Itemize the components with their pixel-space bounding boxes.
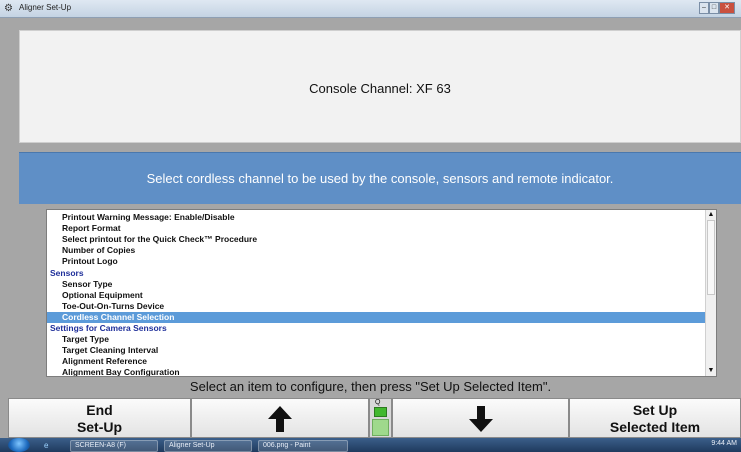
taskbar-item-aligner[interactable]: Aligner Set-Up xyxy=(164,440,252,452)
list-item[interactable]: Report Format xyxy=(47,223,706,234)
console-channel-text: Console Channel: XF 63 xyxy=(309,81,451,96)
status-led-icon xyxy=(374,407,387,417)
indicator-label: Q xyxy=(375,399,381,406)
end-setup-line1: End xyxy=(86,402,113,418)
list-item[interactable]: Number of Copies xyxy=(47,245,706,256)
list-item[interactable]: Printout Logo xyxy=(47,256,706,267)
status-instruction: Select an item to configure, then press … xyxy=(189,379,552,394)
list-item[interactable]: Target Type xyxy=(47,334,706,345)
clock: 9:44 AM xyxy=(711,440,737,447)
info-panel: Console Channel: XF 63 xyxy=(19,30,741,143)
list-item[interactable]: Optional Equipment xyxy=(47,290,706,301)
maximize-button[interactable]: □ xyxy=(709,2,719,14)
list-item-selected[interactable]: Cordless Channel Selection xyxy=(47,311,706,323)
down-arrow-icon xyxy=(468,406,493,432)
taskbar: e SCREEN-A8 (F) Aligner Set-Up 006.png -… xyxy=(0,438,741,452)
set-up-line1: Set Up xyxy=(632,402,678,418)
scroll-thumb[interactable] xyxy=(707,220,715,295)
list-item[interactable]: Sensor Type xyxy=(47,279,706,290)
list-item[interactable]: Alignment Reference xyxy=(47,356,706,367)
taskbar-item-screen[interactable]: SCREEN-A8 (F) xyxy=(70,440,158,452)
minimize-button[interactable]: – xyxy=(699,2,709,14)
app-icon: ⚙ xyxy=(4,3,13,14)
up-arrow-icon xyxy=(268,406,292,432)
scroll-up-icon[interactable]: ▲ xyxy=(706,210,716,220)
instruction-text: Select cordless channel to be used by th… xyxy=(146,171,614,186)
signal-icon xyxy=(372,419,389,436)
setup-item-list[interactable]: Printout Warning Message: Enable/Disable… xyxy=(46,209,717,377)
set-up-selected-item-button[interactable]: Set Up Selected Item xyxy=(569,398,741,438)
status-indicator: Q xyxy=(369,398,392,438)
move-down-button[interactable] xyxy=(392,398,569,438)
title-bar[interactable]: ⚙ Aligner Set-Up – □ ✕ xyxy=(0,0,741,18)
list-item[interactable]: Printout Warning Message: Enable/Disable xyxy=(47,212,706,223)
browser-icon[interactable]: e xyxy=(44,440,56,451)
window-title: Aligner Set-Up xyxy=(19,3,72,12)
list-item[interactable]: Target Cleaning Interval xyxy=(47,345,706,356)
close-button[interactable]: ✕ xyxy=(719,2,735,14)
set-up-line2: Selected Item xyxy=(609,419,701,435)
instruction-banner: Select cordless channel to be used by th… xyxy=(19,152,741,204)
end-setup-button[interactable]: End Set-Up xyxy=(8,398,191,438)
list-item[interactable]: Toe-Out-On-Turns Device xyxy=(47,301,706,312)
window-controls: – □ ✕ xyxy=(699,2,735,14)
scroll-down-icon[interactable]: ▼ xyxy=(706,366,716,376)
aligner-setup-window: ⚙ Aligner Set-Up – □ ✕ Console Channel: … xyxy=(0,0,741,438)
list-category[interactable]: Settings for Camera Sensors xyxy=(47,323,706,334)
taskbar-item-paint[interactable]: 006.png - Paint xyxy=(258,440,348,452)
move-up-button[interactable] xyxy=(191,398,369,438)
end-setup-line2: Set-Up xyxy=(76,419,123,435)
list-item[interactable]: Select printout for the Quick Check™ Pro… xyxy=(47,234,706,245)
list-item[interactable]: Alignment Bay Configuration xyxy=(47,367,706,376)
list-scrollbar[interactable]: ▲ ▼ xyxy=(705,210,716,376)
start-button[interactable] xyxy=(8,438,30,452)
list-category[interactable]: Sensors xyxy=(47,268,706,279)
